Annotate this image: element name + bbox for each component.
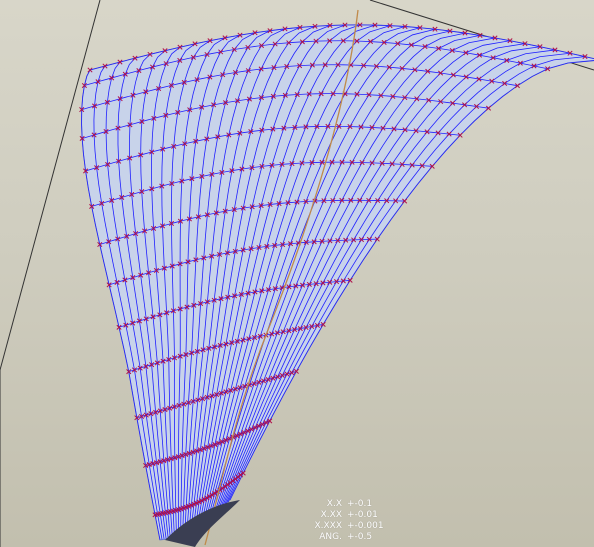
tolerance-value: +-0.001 — [347, 521, 384, 531]
tolerance-format: ANG. — [319, 532, 342, 542]
tolerance-value: +-0.1 — [347, 499, 373, 509]
datum-plane-edge — [0, 0, 101, 371]
tolerance-format: X.XX — [320, 510, 342, 520]
tolerance-format: X.XXX — [314, 521, 342, 531]
tolerance-row: ANG. +-0.5 — [300, 532, 400, 543]
tolerance-format: X.X — [326, 499, 342, 509]
tolerance-value: +-0.5 — [347, 532, 373, 542]
tolerance-value: +-0.01 — [347, 510, 378, 520]
tolerance-row: X.XX +-0.01 — [300, 510, 400, 521]
tolerance-row: X.XXX +-0.001 — [300, 521, 400, 532]
tolerance-table: X.X +-0.1 X.XX +-0.01 X.XXX +-0.001 ANG.… — [300, 499, 400, 543]
tolerance-row: X.X +-0.1 — [300, 499, 400, 510]
3d-model-viewport[interactable]: X.X +-0.1 X.XX +-0.01 X.XXX +-0.001 ANG.… — [0, 0, 594, 547]
surface-model-view[interactable] — [0, 0, 594, 547]
